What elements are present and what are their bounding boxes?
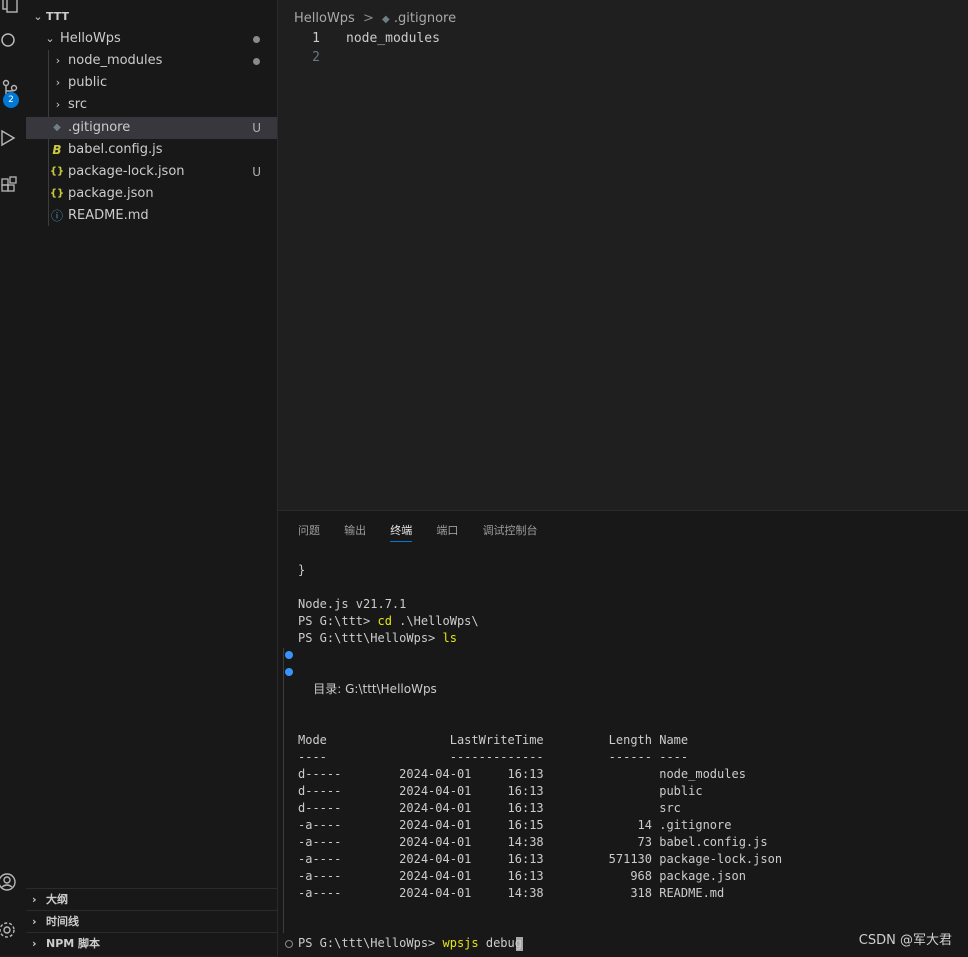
section-npm-scripts[interactable]: › NPM 脚本 (26, 932, 277, 955)
terminal-prompt: PS G:\ttt> (298, 614, 378, 628)
command-success-marker[interactable] (285, 668, 293, 676)
command-pending-marker[interactable] (285, 940, 293, 948)
explorer-root-ttt[interactable]: ⌄ TTT (26, 6, 277, 28)
terminal-output[interactable]: } Node.js v21.7.1 PS G:\ttt> cd .\HelloW… (298, 0, 782, 951)
explorer-root-label: TTT (46, 10, 70, 23)
section-label: 时间线 (46, 915, 79, 928)
section-outline[interactable]: › 大纲 (26, 888, 277, 911)
terminal-directory-label: 目录: G:\ttt\HelloWps (298, 682, 437, 696)
file-babel-config[interactable]: B babel.config.js (26, 139, 277, 161)
terminal-input-line[interactable]: PS G:\ttt\HelloWps> wpsjs debug (298, 935, 523, 952)
tab-output[interactable]: 输出 (344, 521, 366, 541)
json-icon: {} (49, 166, 65, 177)
terminal-table-row: -a---- 2024-04-01 14:38 73 babel.config.… (298, 835, 768, 849)
tree-item-label: babel.config.js (68, 142, 163, 157)
folder-hellowps[interactable]: ⌄ HelloWps (26, 28, 277, 50)
tree-item-label: src (68, 97, 87, 112)
tree-item-label: package-lock.json (68, 164, 185, 179)
section-timeline[interactable]: › 时间线 (26, 910, 277, 933)
gitignore-icon: ◆ (382, 14, 390, 25)
watermark: CSDN @军大君 (858, 933, 952, 948)
code-line[interactable]: 1 node_modules (278, 29, 968, 48)
terminal-table-row: d----- 2024-04-01 16:13 node_modules (298, 767, 746, 781)
terminal-command: wpsjs (442, 936, 479, 950)
explorer-sidebar: ⌄ TTT ⌄ HelloWps › node_modules › public… (26, 0, 278, 956)
breadcrumb-separator: > (362, 11, 374, 26)
modified-dot-icon (253, 58, 260, 65)
settings-icon[interactable] (0, 920, 20, 940)
tab-terminal[interactable]: 终端 (390, 521, 413, 542)
folder-public[interactable]: › public (26, 72, 277, 94)
info-icon: ⓘ (50, 209, 63, 223)
json-icon: {} (49, 188, 65, 199)
terminal-table-row: d----- 2024-04-01 16:13 public (298, 784, 703, 798)
run-debug-icon[interactable] (0, 128, 20, 148)
folder-label: HelloWps (60, 31, 121, 46)
tree-item-label: public (68, 75, 108, 90)
tab-debug-console[interactable]: 调试控制台 (483, 521, 538, 541)
terminal-line: PS G:\ttt> cd .\HelloWps\ (298, 613, 479, 630)
command-rail (283, 648, 284, 933)
chevron-right-icon: › (32, 915, 37, 928)
untracked-badge: U (252, 121, 261, 135)
tree-item-label: package.json (68, 186, 154, 201)
tab-problems[interactable]: 问题 (298, 521, 320, 541)
modified-dot-icon (253, 36, 260, 43)
chevron-right-icon: › (55, 98, 61, 111)
accounts-icon[interactable] (0, 872, 20, 892)
breadcrumb: HelloWps > ◆ .gitignore (294, 8, 456, 30)
chevron-right-icon: › (55, 54, 61, 67)
chevron-right-icon: › (55, 76, 61, 89)
chevron-down-icon: ⌄ (45, 32, 55, 45)
gitignore-icon: ◆ (53, 122, 61, 133)
untracked-badge: U (252, 165, 261, 179)
terminal-table-divider: ---- ------------- ------ ---- (298, 750, 689, 764)
folder-src[interactable]: › src (26, 94, 277, 116)
terminal-table-row: d----- 2024-04-01 16:13 src (298, 801, 681, 815)
file-package-json[interactable]: {} package.json (26, 183, 277, 205)
terminal-command: cd (377, 614, 392, 628)
code-text: node_modules (346, 31, 440, 46)
terminal-table-header: Mode LastWriteTime Length Name (298, 733, 689, 747)
tree-item-label: README.md (68, 208, 149, 223)
chevron-right-icon: › (32, 893, 37, 906)
terminal-line: Node.js v21.7.1 (298, 597, 407, 611)
terminal-table-row: -a---- 2024-04-01 16:13 571130 package-l… (298, 852, 783, 866)
search-icon[interactable] (0, 30, 20, 50)
terminal-argument: .\HelloWps\ (391, 614, 479, 628)
command-success-marker[interactable] (285, 651, 293, 659)
extensions-icon[interactable] (0, 176, 20, 196)
terminal-line: PS G:\ttt\HelloWps> ls (298, 630, 457, 647)
activity-bar: 2 (0, 0, 26, 956)
panel-tabs: 问题 输出 终端 端口 调试控制台 (298, 521, 558, 545)
breadcrumb-file[interactable]: .gitignore (394, 11, 456, 26)
section-label: 大纲 (46, 893, 68, 906)
babel-icon: B (52, 143, 62, 157)
terminal-command: ls (442, 631, 457, 645)
explorer-icon[interactable] (0, 0, 20, 14)
chevron-right-icon: › (32, 937, 37, 950)
terminal-prompt: PS G:\ttt\HelloWps> (298, 631, 443, 645)
tab-ports[interactable]: 端口 (436, 521, 458, 541)
file-gitignore[interactable]: ◆ .gitignore U (26, 117, 277, 139)
chevron-down-icon: ⌄ (33, 10, 43, 23)
file-package-lock[interactable]: {} package-lock.json U (26, 161, 277, 183)
file-readme[interactable]: ⓘ README.md (26, 205, 277, 227)
terminal-prompt: PS G:\ttt\HelloWps> (298, 936, 443, 950)
editor: HelloWps > ◆ .gitignore 1 node_modules 2 (278, 0, 968, 510)
terminal-cursor (515, 936, 523, 951)
terminal-line: } (298, 563, 306, 577)
section-label: NPM 脚本 (46, 937, 101, 950)
terminal-table-row: -a---- 2024-04-01 16:13 968 package.json (298, 869, 746, 883)
tree-item-label: node_modules (68, 53, 163, 68)
folder-node-modules[interactable]: › node_modules (26, 50, 277, 72)
source-control-badge: 2 (3, 92, 19, 108)
code-line[interactable]: 2 (278, 48, 968, 67)
terminal-table-row: -a---- 2024-04-01 14:38 318 README.md (298, 886, 725, 900)
tree-item-label: .gitignore (68, 120, 131, 135)
terminal-table-row: -a---- 2024-04-01 16:15 14 .gitignore (298, 818, 732, 832)
